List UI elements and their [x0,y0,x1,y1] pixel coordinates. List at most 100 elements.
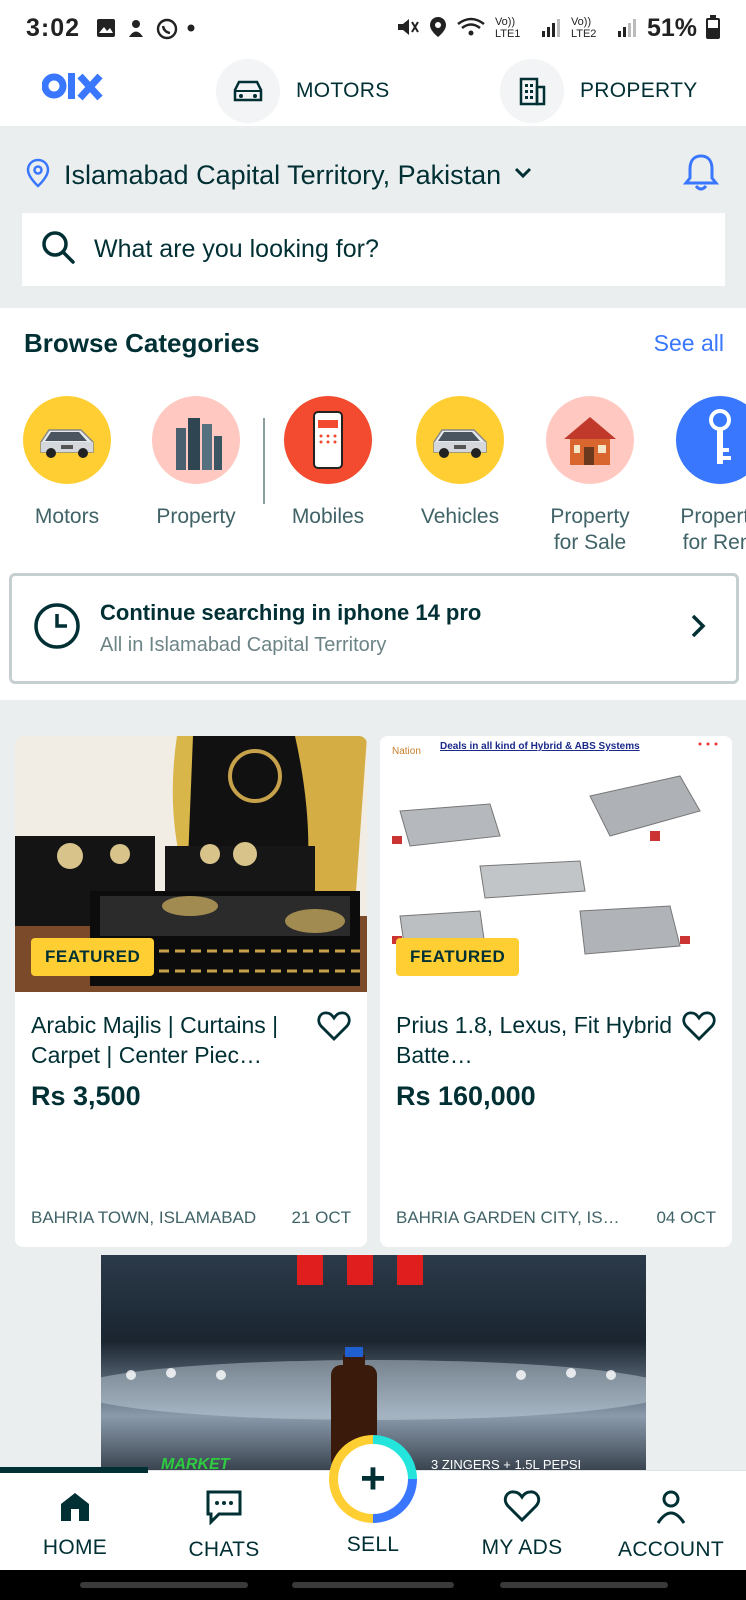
tab-sell[interactable]: SELL [313,1533,433,1557]
tab-account[interactable]: ACCOUNT [611,1489,731,1562]
category-mobiles[interactable]: Mobiles [263,396,393,530]
bottom-nav: HOME CHATS + SELL MY ADS ACCOUNT [0,1435,746,1570]
featured-badge: FEATURED [396,938,520,976]
category-label: Vehicles [420,505,500,528]
mute-icon [396,16,420,41]
ad-location: BAHRIA GARDEN CITY, IS… [396,1208,620,1227]
car-icon [216,59,280,123]
chevron-down-icon [513,166,533,185]
user-icon [655,1490,687,1529]
plus-icon: + [338,1444,408,1514]
location-selector[interactable]: Islamabad Capital Territory, Pakistan [26,150,720,200]
motors-label: MOTORS [296,79,390,102]
continue-subtitle: All in Islamabad Capital Territory [100,634,387,656]
recents-gesture[interactable] [80,1582,248,1588]
ad-card[interactable]: FEATURED Arabic Majlis | Curtains | Carp… [15,736,367,1247]
tab-chats-label: CHATS [188,1538,260,1561]
category-label: Property for Sale [550,505,630,554]
top-nav: MOTORS PROPERTY [0,56,746,126]
heart-icon [503,1490,541,1527]
signal2-icon [616,17,638,40]
location-pin-icon [26,158,50,193]
system-nav-bar [0,1570,746,1600]
see-all-link[interactable]: See all [654,330,724,357]
ad-location: BAHRIA TOWN, ISLAMABAD [31,1208,257,1227]
ad-image: Deals in all kind of Hybrid & ABS System… [380,736,732,992]
car-icon [416,396,504,484]
lte2-label: Vo)) LTE2 [570,16,597,40]
sell-button[interactable]: + [329,1435,417,1523]
tab-my-ads-label: MY ADS [481,1536,563,1559]
ad-price: Rs 3,500 [31,1081,141,1111]
chat-icon [205,1490,243,1529]
olx-logo[interactable] [42,66,104,106]
property-label: PROPERTY [580,79,698,102]
battery-icon [706,14,720,42]
ad-title: Prius 1.8, Lexus, Fit Hybrid Batte… [396,1012,673,1068]
gallery-icon [96,18,116,38]
whatsapp-icon [156,18,178,40]
tab-my-ads[interactable]: MY ADS [462,1489,582,1560]
status-time: 3:02 [26,13,81,42]
continue-searching-card[interactable]: Continue searching in iphone 14 pro All … [9,573,739,684]
categories-row: Motors Property Mobiles Vehicles Propert… [0,396,746,566]
category-label: Property [156,505,236,528]
search-placeholder: What are you looking for? [94,235,379,263]
wifi-icon [456,16,486,41]
ad-date: 04 OCT [656,1208,716,1227]
house-icon [546,396,634,484]
search-input[interactable]: What are you looking for? [22,213,725,286]
tab-sell-label: SELL [346,1533,400,1556]
category-label: Propertyfor Rent [680,505,746,554]
continue-title: Continue searching in iphone 14 pro [100,600,482,625]
property-nav[interactable]: PROPERTY [500,59,698,123]
category-motors[interactable]: Motors [2,396,132,530]
status-bar: 3:02 Vo)) LTE1 Vo)) LTE2 51% [0,0,746,56]
svg-text:Nation: Nation [392,746,421,757]
ad-image: FEATURED [15,736,367,992]
tab-account-label: ACCOUNT [618,1538,724,1561]
chevron-right-icon [690,613,706,644]
car-icon [23,396,111,484]
tab-chats[interactable]: CHATS [164,1489,284,1562]
lte1-label: Vo)) LTE1 [494,16,521,40]
category-property-for-sale[interactable]: Property for Sale [525,396,655,556]
categories-title: Browse Categories [24,328,260,358]
category-property-for-rent[interactable]: Propertyfor Rent [655,396,746,556]
category-property[interactable]: Property [131,396,261,530]
svg-text:Deals in all kind of Hybrid &: Deals in all kind of Hybrid & ABS System… [440,741,640,752]
svg-text:3 ZINGERS + 1.5L PEPSI: 3 ZINGERS + 1.5L PEPSI [431,1457,581,1470]
active-tab-indicator [0,1467,148,1473]
svg-text:MARKET: MARKET [161,1456,231,1470]
category-vehicles[interactable]: Vehicles [395,396,525,530]
ad-card[interactable]: Deals in all kind of Hybrid & ABS System… [380,736,732,1247]
signal1-icon [540,17,562,40]
system-status: Vo)) LTE1 Vo)) LTE2 51% [396,14,720,43]
key-icon [676,396,746,484]
ad-date: 21 OCT [291,1208,351,1227]
dot-icon [186,18,206,38]
browse-categories-section: Browse Categories See all Motors Propert… [0,308,746,700]
back-gesture[interactable] [500,1582,668,1588]
categories-header: Browse Categories See all [24,328,724,359]
heart-icon[interactable] [682,1010,716,1047]
category-label: Mobiles [291,505,365,528]
clock-icon [32,601,82,656]
mobile-phone-icon [284,396,372,484]
home-gesture[interactable] [292,1582,454,1588]
heart-icon[interactable] [317,1010,351,1047]
tab-home[interactable]: HOME [15,1489,135,1560]
category-label: Motors [34,505,100,528]
home-icon [57,1493,93,1527]
buildings-icon [152,396,240,484]
search-icon [40,229,76,270]
battery-percent: 51% [646,13,697,42]
bell-icon[interactable] [682,152,720,197]
motors-nav[interactable]: MOTORS [216,59,390,123]
location-text: Islamabad Capital Territory, Pakistan [64,159,502,190]
notification-icons [96,18,206,40]
ad-title: Arabic Majlis | Curtains | Carpet | Cent… [31,1012,279,1068]
location-pin-icon [429,16,447,41]
tab-home-label: HOME [42,1536,108,1559]
continue-text: Continue searching in iphone 14 pro All … [100,600,481,657]
